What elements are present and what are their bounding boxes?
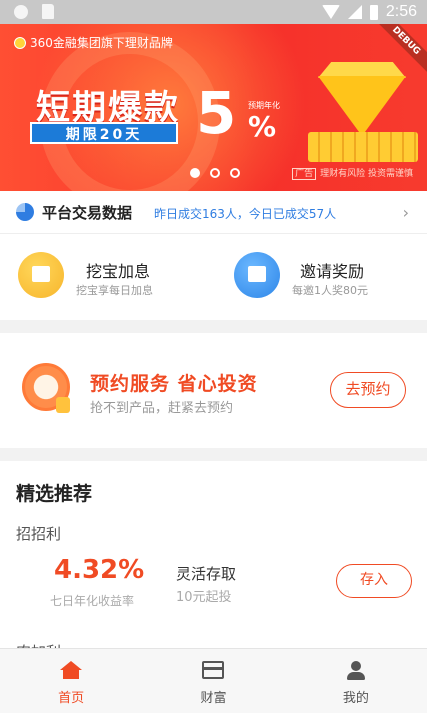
banner-brand-text: 360金融集团旗下理财品牌 — [30, 36, 173, 50]
quick-entry-treasure[interactable]: 挖宝加息 挖宝享每日加息 — [18, 252, 208, 302]
wallet-icon — [202, 661, 225, 679]
product-min-amount: 10元起投 — [176, 590, 232, 605]
banner-term-tag: 期限20天 — [30, 122, 178, 144]
nav-wealth[interactable]: 财富 — [142, 649, 284, 713]
platform-stats-row[interactable]: 平台交易数据 昨日成交163人，今日已成交57人 › — [0, 191, 427, 234]
risk-notice: 理财有风险 投资需谨慎 — [320, 169, 413, 179]
reservation-subtitle: 抢不到产品，赶紧去预约 — [90, 401, 234, 416]
user-icon — [346, 661, 365, 680]
nav-label: 财富 — [200, 691, 227, 706]
quick-entry-invite[interactable]: 邀请奖励 每邀1人奖80元 — [234, 252, 414, 302]
chevron-right-icon: › — [402, 203, 409, 222]
status-bar: 2:56 — [0, 0, 427, 24]
status-time: 2:56 — [385, 3, 417, 20]
diamond-icon — [318, 76, 406, 136]
sd-card-icon — [42, 4, 54, 19]
promo-banner[interactable]: 360金融集团旗下理财品牌 短期爆款 期限20天 5 预期年化 % 广告 理财有风… — [0, 24, 427, 191]
chart-card-icon — [234, 252, 280, 298]
treasure-chest-icon — [18, 252, 64, 298]
banner-rate-number: 5 — [196, 79, 237, 147]
reservation-title: 预约服务 省心投资 — [90, 373, 258, 395]
stats-summary: 昨日成交163人，今日已成交57人 — [154, 207, 337, 221]
home-icon — [60, 661, 83, 679]
coin-stack-icon — [56, 397, 70, 413]
product-rate: 4.32% — [54, 555, 145, 585]
quick-entry-subtitle: 每邀1人奖80元 — [292, 284, 368, 297]
stats-title: 平台交易数据 — [42, 204, 133, 222]
reserve-button[interactable]: 去预约 — [330, 372, 406, 408]
carousel-dot[interactable] — [190, 168, 200, 178]
signal-icon — [347, 5, 362, 19]
banner-brand-line: 360金融集团旗下理财品牌 — [14, 34, 173, 51]
ad-label: 广告 — [292, 168, 317, 180]
battery-icon — [369, 4, 378, 20]
quick-entries: 挖宝加息 挖宝享每日加息 邀请奖励 每邀1人奖80元 — [0, 234, 427, 320]
brand-coin-icon — [14, 36, 26, 49]
quick-entry-title: 挖宝加息 — [86, 262, 151, 281]
gold-coins-icon — [308, 132, 418, 162]
product-rate-label: 七日年化收益率 — [50, 594, 135, 608]
circle-icon — [14, 4, 28, 19]
deposit-button[interactable]: 存入 — [336, 564, 412, 598]
banner-ad-notice: 广告 理财有风险 投资需谨慎 — [292, 166, 413, 180]
nav-label: 首页 — [58, 691, 85, 706]
carousel-dot[interactable] — [230, 168, 240, 178]
quick-entry-subtitle: 挖宝享每日加息 — [76, 284, 153, 297]
wifi-icon — [321, 5, 340, 19]
banner-rate-symbol: % — [248, 110, 277, 143]
pie-chart-icon — [16, 203, 34, 221]
nav-profile[interactable]: 我的 — [285, 649, 427, 713]
reservation-card: 预约服务 省心投资 抢不到产品，赶紧去预约 去预约 — [0, 333, 427, 448]
product-name: 招招利 — [16, 525, 62, 543]
carousel-dots[interactable] — [190, 168, 240, 178]
bottom-nav: 首页 财富 我的 — [0, 648, 427, 713]
section-title: 精选推荐 — [16, 483, 93, 505]
nav-home[interactable]: 首页 — [0, 649, 142, 713]
carousel-dot[interactable] — [210, 168, 220, 178]
nav-label: 我的 — [342, 691, 369, 706]
product-type: 灵活存取 — [176, 565, 237, 583]
quick-entry-title: 邀请奖励 — [300, 262, 365, 281]
